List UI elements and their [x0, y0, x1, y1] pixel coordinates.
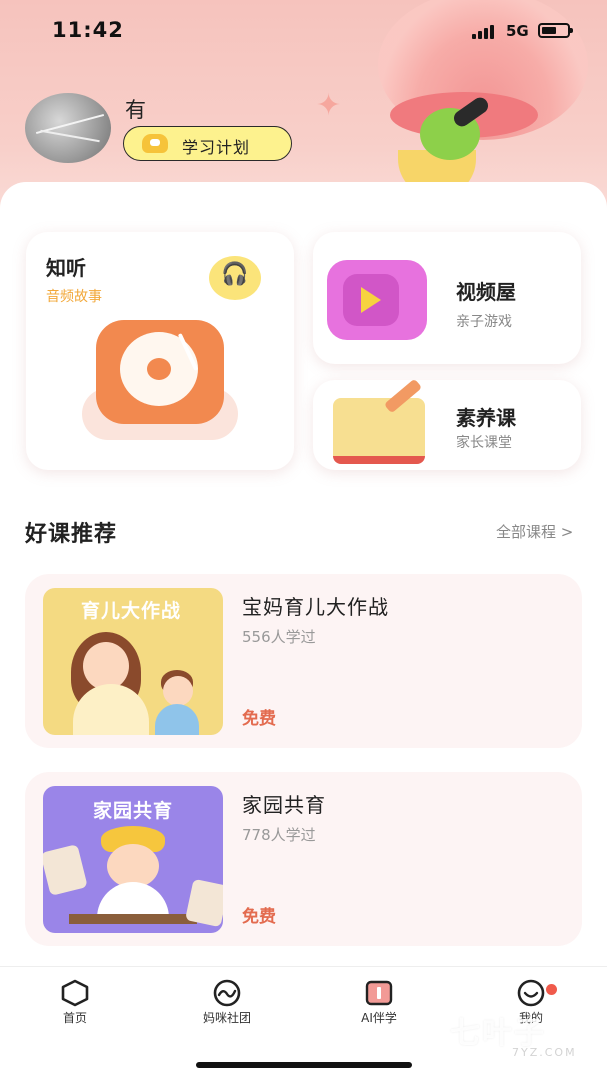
home-indicator[interactable] — [196, 1062, 412, 1068]
mother-illustration — [83, 642, 129, 690]
thumbnail-label: 家园共育 — [92, 800, 173, 822]
tab-ai-companion-label: AI伴学 — [361, 1011, 397, 1025]
plan-icon — [142, 134, 168, 153]
desk-illustration — [69, 914, 197, 924]
audio-card-title: 知听 — [46, 256, 86, 280]
record-center-illustration — [147, 358, 171, 380]
course-card-subtitle: 家长课堂 — [456, 435, 512, 451]
tab-home-label: 首页 — [62, 1011, 87, 1025]
video-house-card[interactable]: 视频屋 亲子游戏 — [313, 232, 581, 364]
all-courses-link[interactable]: 全部课程 > — [496, 521, 573, 542]
avatar[interactable] — [25, 93, 111, 163]
username: 有 — [125, 98, 146, 122]
audio-story-card[interactable]: 知听 音频故事 🎧 — [26, 232, 294, 470]
course-learners: 778人学过 — [242, 826, 316, 844]
watermark-subtext: 7YZ.COM — [512, 1046, 577, 1059]
video-card-title: 视频屋 — [456, 280, 516, 304]
tab-home[interactable]: 首页 — [30, 979, 120, 1026]
network-type: 5G — [506, 22, 529, 40]
course-price: 免费 — [242, 709, 276, 729]
course-learners: 556人学过 — [242, 628, 316, 646]
battery-icon — [538, 23, 573, 38]
thumbnail-label: 育儿大作战 — [80, 600, 181, 622]
star-decoration: ✦ — [316, 88, 342, 123]
headphone-icon: 🎧 — [209, 256, 261, 300]
course-list-item[interactable]: 家园共育 家园共育 778人学过 免费 — [25, 772, 582, 946]
wave-circle-icon — [213, 979, 241, 1007]
course-card-title: 素养课 — [456, 406, 516, 430]
literacy-course-card[interactable]: 素养课 家长课堂 — [313, 378, 581, 470]
course-thumbnail: 育儿大作战 — [43, 588, 223, 735]
tab-mommy-club-label: 妈咪社团 — [202, 1011, 251, 1025]
status-time: 11:42 — [52, 18, 124, 42]
status-bar: 11:42 5G — [0, 0, 607, 60]
video-card-subtitle: 亲子游戏 — [456, 314, 512, 330]
tab-mommy-club[interactable]: 妈咪社团 — [182, 979, 272, 1026]
course-price: 免费 — [242, 907, 276, 927]
course-thumbnail: 家园共育 — [43, 786, 223, 933]
book-illustration — [333, 398, 425, 464]
ai-box-icon — [365, 980, 393, 1006]
home-hexagon-icon — [61, 979, 89, 1007]
study-plan-label: 学习计划 — [182, 138, 251, 157]
tab-ai-companion[interactable]: AI伴学 — [334, 979, 424, 1026]
audio-card-subtitle: 音频故事 — [46, 289, 102, 305]
signal-icon — [472, 25, 498, 39]
child-illustration — [163, 676, 193, 706]
notification-badge — [546, 984, 557, 995]
study-plan-button[interactable]: 学习计划 — [123, 126, 292, 161]
course-list-item[interactable]: 育儿大作战 宝妈育儿大作战 556人学过 免费 — [25, 574, 582, 748]
section-title: 好课推荐 — [25, 522, 118, 547]
course-name: 家园共育 — [242, 793, 326, 817]
course-name: 宝妈育儿大作战 — [242, 595, 389, 619]
smile-icon — [517, 979, 545, 1007]
play-icon — [361, 287, 381, 313]
